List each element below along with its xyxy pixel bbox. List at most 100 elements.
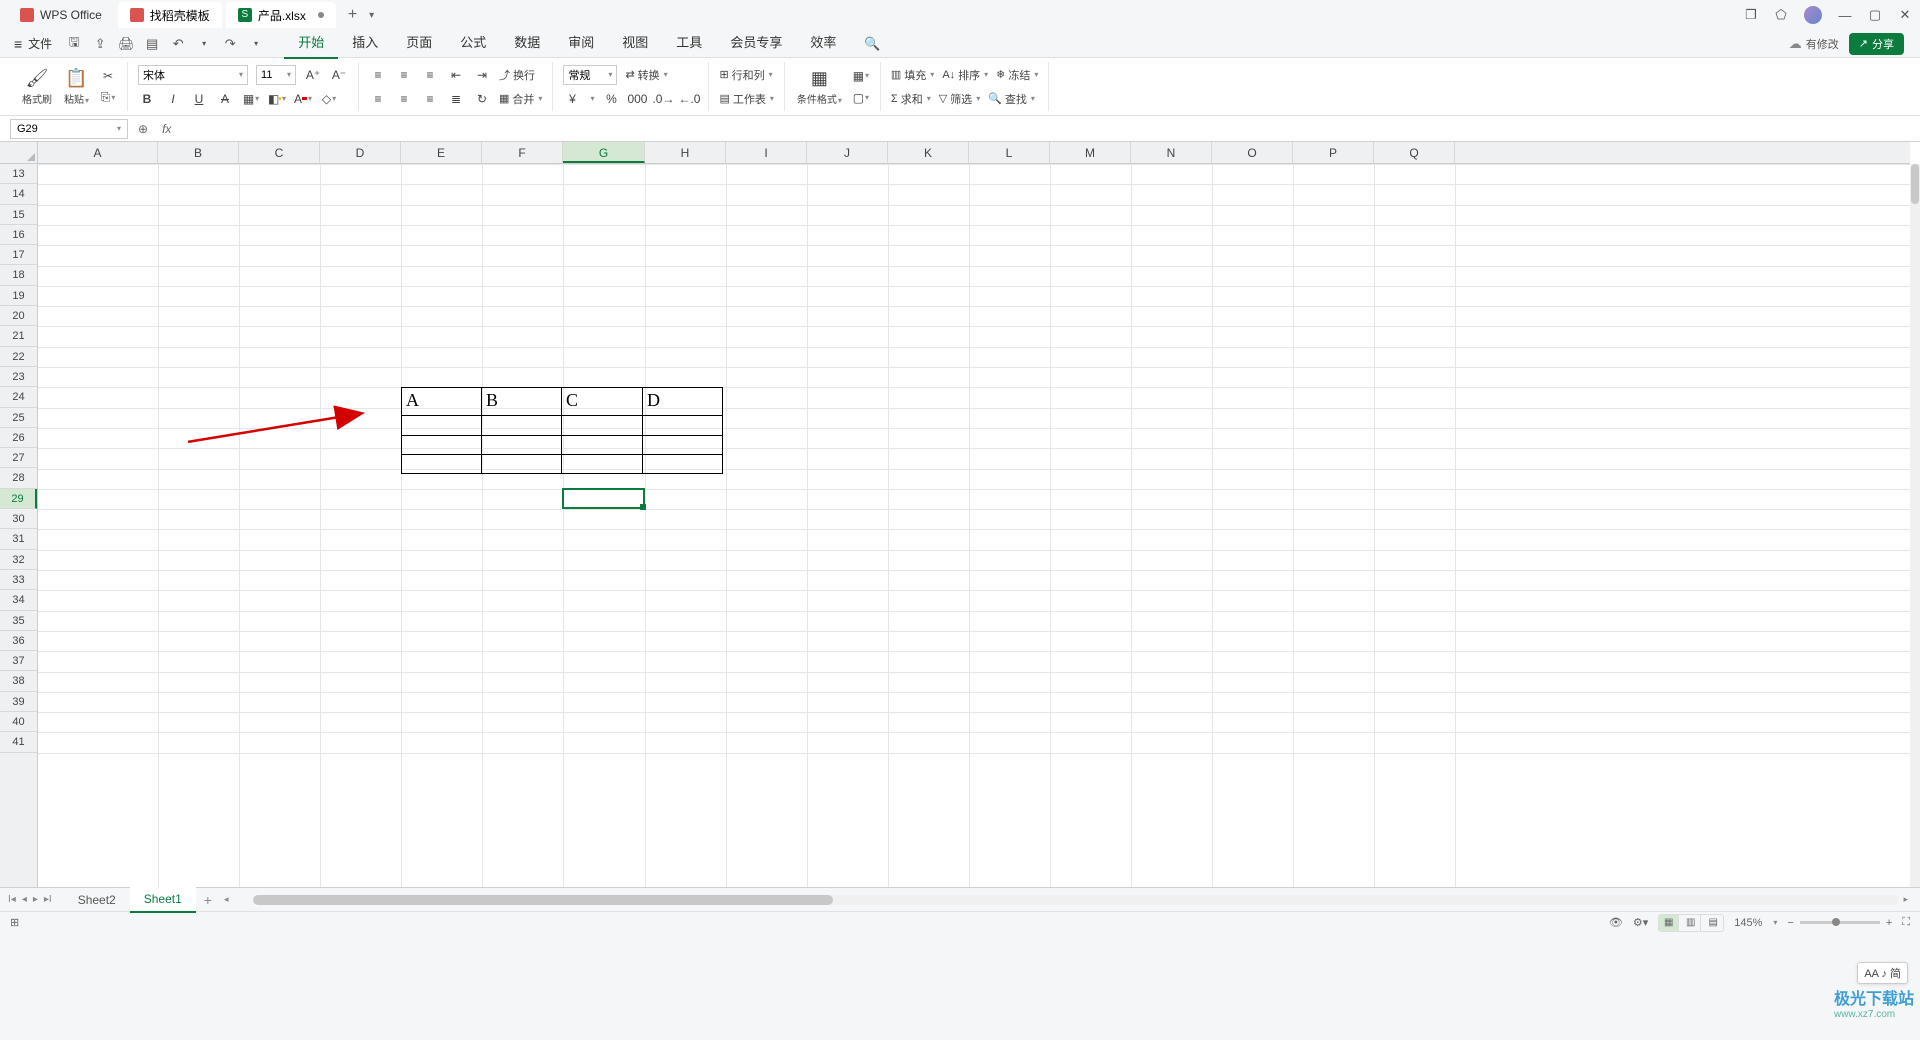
orientation-button[interactable]: ↻ [473, 90, 491, 108]
grid-area[interactable]: ABCDEFGHIJKLMNOPQ 1314151617181920212223… [0, 142, 1920, 887]
row-header-32[interactable]: 32 [0, 550, 37, 570]
font-color-button[interactable]: A▾ [294, 90, 312, 108]
column-header-P[interactable]: P [1293, 142, 1374, 163]
sheet-nav-first[interactable]: I◂ [8, 894, 16, 905]
horizontal-scrollbar[interactable] [253, 895, 1900, 905]
table-cell[interactable] [482, 454, 562, 473]
row-header-15[interactable]: 15 [0, 205, 37, 225]
table-cell[interactable] [643, 454, 723, 473]
row-header-36[interactable]: 36 [0, 631, 37, 651]
undo-icon[interactable]: ↶ [170, 36, 186, 52]
row-header-21[interactable]: 21 [0, 326, 37, 346]
row-header-39[interactable]: 39 [0, 692, 37, 712]
column-header-G[interactable]: G [563, 142, 645, 163]
hscroll-right[interactable]: ▸ [1899, 894, 1912, 905]
row-header-28[interactable]: 28 [0, 468, 37, 488]
decrease-indent-button[interactable]: ⇤ [447, 66, 465, 84]
column-header-J[interactable]: J [807, 142, 888, 163]
cond-format-button[interactable]: ▦ 条件格式▾ [795, 68, 844, 106]
view-page-button[interactable]: ▥ [1681, 915, 1701, 931]
row-header-27[interactable]: 27 [0, 448, 37, 468]
menu-tab-页面[interactable]: 页面 [392, 29, 446, 59]
row-header-30[interactable]: 30 [0, 509, 37, 529]
row-header-37[interactable]: 37 [0, 651, 37, 671]
file-menu[interactable]: ≡ 文件 [8, 35, 58, 52]
align-middle-button[interactable]: ≡ [395, 66, 413, 84]
share-button[interactable]: ↗ 分享 [1849, 33, 1904, 55]
fill-color-button[interactable]: ◧▾ [268, 90, 286, 108]
font-size-select[interactable]: 11▾ [256, 65, 296, 85]
underline-button[interactable]: U [190, 90, 208, 108]
column-header-L[interactable]: L [969, 142, 1050, 163]
worksheet-button[interactable]: ▤工作表▾ [719, 91, 773, 107]
sheet-tab-Sheet1[interactable]: Sheet1 [130, 887, 196, 913]
zoom-slider-thumb[interactable] [1832, 918, 1840, 926]
tab-list-dropdown[interactable]: ▾ [365, 10, 378, 21]
row-header-13[interactable]: 13 [0, 164, 37, 184]
row-header-26[interactable]: 26 [0, 428, 37, 448]
row-header-31[interactable]: 31 [0, 529, 37, 549]
menu-tab-会员专享[interactable]: 会员专享 [716, 29, 796, 59]
currency-button[interactable]: ¥ [563, 90, 581, 108]
print-icon[interactable]: 🖨 [118, 36, 134, 52]
row-header-20[interactable]: 20 [0, 306, 37, 326]
sheet-nav-last[interactable]: ▸I [44, 894, 52, 905]
column-header-C[interactable]: C [239, 142, 320, 163]
column-header-D[interactable]: D [320, 142, 401, 163]
app-tab-wps[interactable]: WPS Office [8, 2, 114, 28]
menu-tab-视图[interactable]: 视图 [608, 29, 662, 59]
wrap-text-button[interactable]: ⤴换行 [499, 67, 535, 83]
row-header-29[interactable]: 29 [0, 489, 37, 509]
row-header-23[interactable]: 23 [0, 367, 37, 387]
comma-button[interactable]: 000 [628, 90, 646, 108]
rowcol-button[interactable]: ⊞行和列▾ [719, 67, 772, 83]
cut-button[interactable]: ✂ [99, 67, 117, 85]
zoom-in-button[interactable]: + [1886, 917, 1892, 929]
fill-button[interactable]: ▥填充▾ [891, 67, 934, 83]
convert-button[interactable]: ⇄转换▾ [625, 67, 667, 83]
row-header-22[interactable]: 22 [0, 347, 37, 367]
changes-indicator[interactable]: ☁ 有修改 [1789, 36, 1839, 52]
table-cell[interactable] [402, 435, 482, 454]
eye-icon[interactable]: 👁 [1609, 916, 1623, 929]
cube-icon[interactable]: ⬠ [1774, 8, 1788, 22]
table-header-A[interactable]: A [402, 388, 482, 416]
row-header-38[interactable]: 38 [0, 671, 37, 691]
bold-button[interactable]: B [138, 90, 156, 108]
minimize-button[interactable]: — [1838, 8, 1852, 22]
percent-button[interactable]: % [602, 90, 620, 108]
table-style-button[interactable]: ▦▾ [852, 67, 870, 85]
align-top-button[interactable]: ≡ [369, 66, 387, 84]
format-painter-button[interactable]: 🖌 格式刷 [20, 68, 54, 106]
number-format-select[interactable]: 常规▾ [563, 65, 617, 85]
fullscreen-icon[interactable]: ⛶ [1902, 916, 1910, 929]
column-header-I[interactable]: I [726, 142, 807, 163]
row-header-33[interactable]: 33 [0, 570, 37, 590]
hscroll-left[interactable]: ◂ [220, 894, 233, 905]
close-button[interactable]: ✕ [1898, 8, 1912, 22]
table-header-D[interactable]: D [643, 388, 723, 416]
merge-button[interactable]: ▦合并▾ [499, 91, 542, 107]
table-cell[interactable] [562, 435, 643, 454]
copy-button[interactable]: ⎘▾ [99, 89, 117, 107]
align-bottom-button[interactable]: ≡ [421, 66, 439, 84]
sheet-nav-next[interactable]: ▸ [33, 894, 38, 905]
row-header-17[interactable]: 17 [0, 245, 37, 265]
row-header-40[interactable]: 40 [0, 712, 37, 732]
increase-font-button[interactable]: A⁺ [304, 66, 322, 84]
table-cell[interactable] [482, 416, 562, 435]
print-preview-icon[interactable]: ▤ [144, 36, 160, 52]
align-center-button[interactable]: ≡ [395, 90, 413, 108]
status-icon[interactable]: ⊞ [10, 916, 19, 929]
border-button[interactable]: ▦▾ [242, 90, 260, 108]
decrease-font-button[interactable]: A⁻ [330, 66, 348, 84]
column-header-Q[interactable]: Q [1374, 142, 1455, 163]
row-header-35[interactable]: 35 [0, 611, 37, 631]
vertical-scrollbar[interactable] [1910, 164, 1920, 887]
view-normal-button[interactable]: ▦ [1659, 915, 1679, 931]
table-cell[interactable] [562, 416, 643, 435]
search-icon[interactable]: 🔍 [864, 36, 880, 52]
column-header-E[interactable]: E [401, 142, 482, 163]
export-icon[interactable]: ⇪ [92, 36, 108, 52]
expand-formula-icon[interactable]: ⊕ [138, 122, 148, 136]
